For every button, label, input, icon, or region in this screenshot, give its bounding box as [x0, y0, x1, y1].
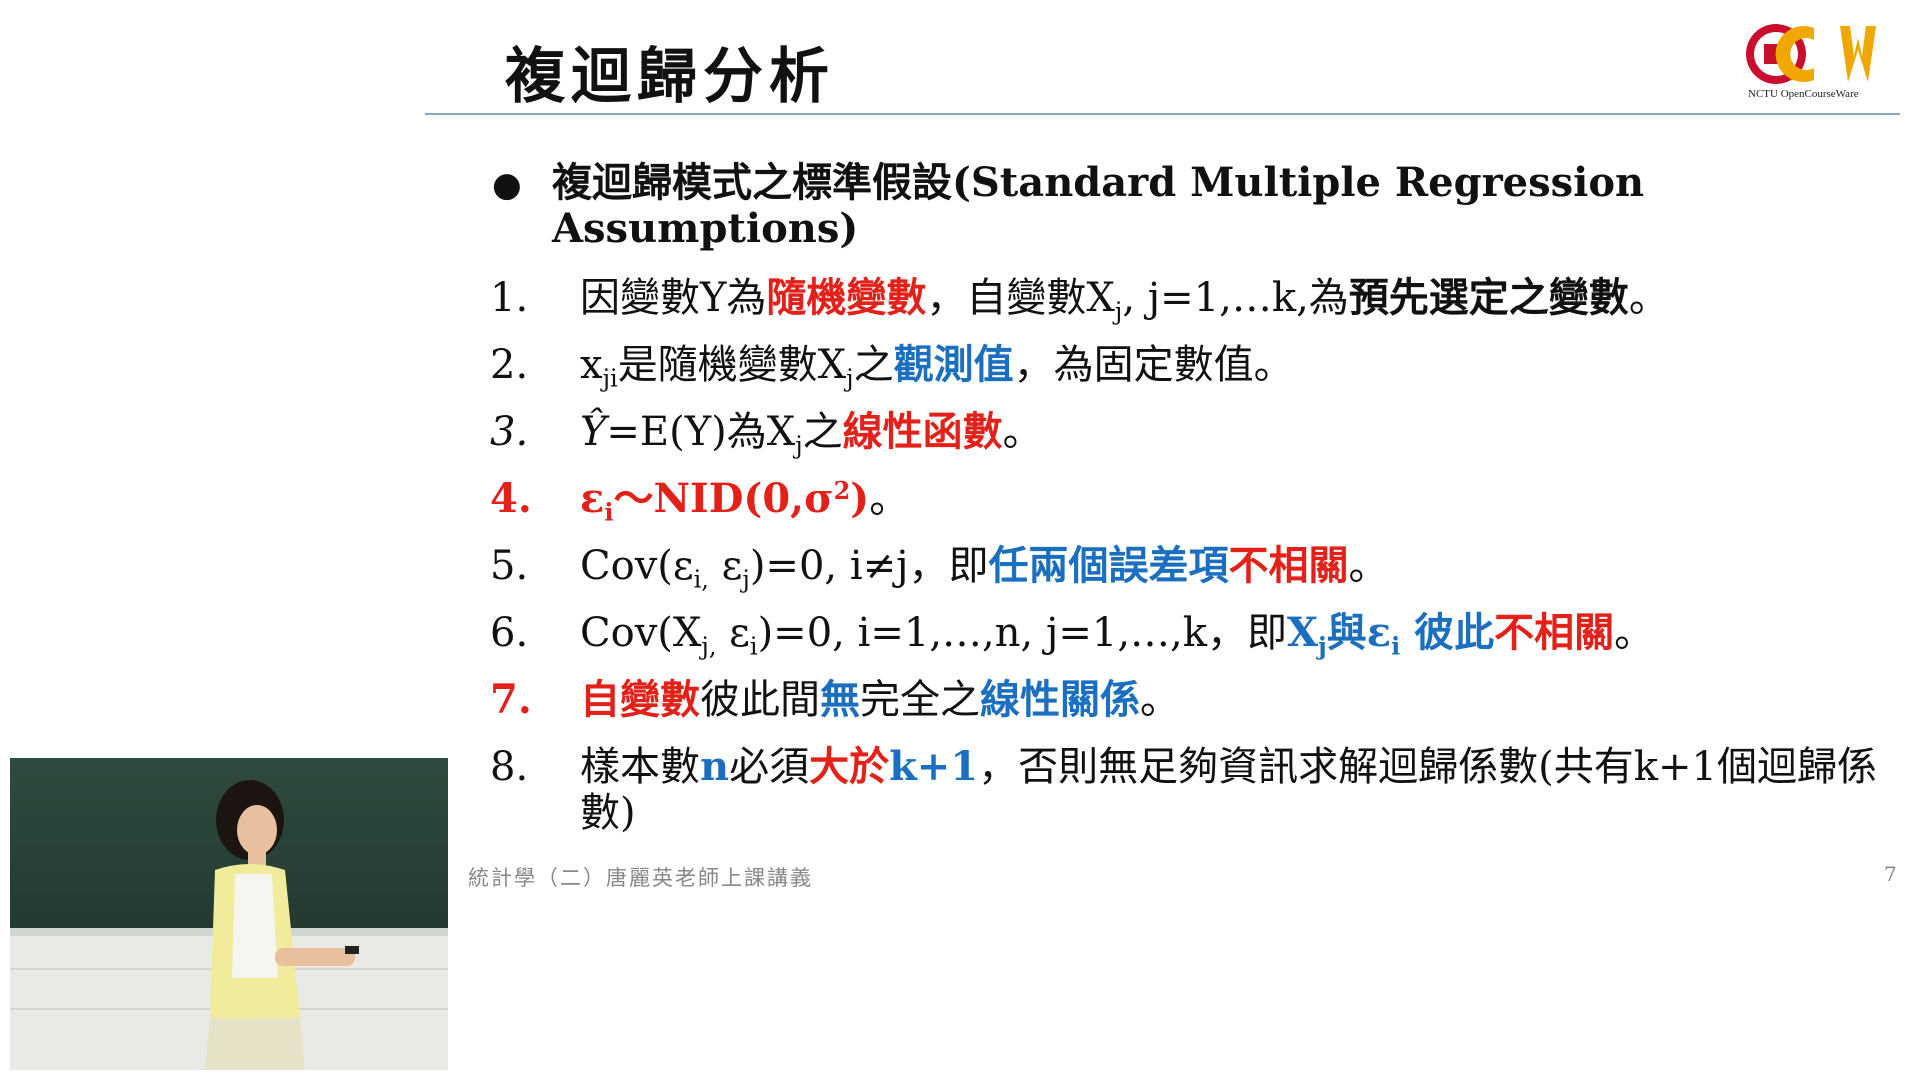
slide-footer: 統計學（二）唐麗英老師上課講義 [468, 866, 813, 890]
assumption-list: 1. 因變數Y為隨機變數，自變數Xj, j=1,…k,為預先選定之變數。 2. … [490, 275, 1910, 857]
nctu-ocw-logo: NCTU OpenCourseWare [1742, 20, 1897, 102]
assumption-item-7: 7. 自變數彼此間無完全之線性關係。 [490, 676, 1180, 724]
title-divider [425, 113, 1900, 115]
assumption-item-1: 1. 因變數Y為隨機變數，自變數Xj, j=1,…k,為預先選定之變數。 [490, 274, 1669, 326]
page-number: 7 [1884, 862, 1897, 886]
assumption-item-6: 6. Cov(Xj, εi)=0, i=1,…,n, j=1,…,k，即Xj與ε… [490, 609, 1655, 661]
assumption-item-3: 3. Ŷ=E(Y)為Xj之線性函數。 [490, 408, 1043, 460]
slide-title: 複迴歸分析 [505, 42, 835, 112]
assumption-item-8: 8. 樣本數n必須大於k+1，否則無足夠資訊求解迴歸係數(共有k+1個迴歸係數) [490, 743, 1877, 837]
assumption-item-4: 4. εi～NID(0,σ2)。 [490, 475, 910, 527]
lecturer-video [10, 758, 448, 1070]
svg-text:NCTU OpenCourseWare: NCTU OpenCourseWare [1748, 88, 1859, 100]
bullet-icon: ● [492, 165, 522, 205]
assumption-item-5: 5. Cov(εi, εj)=0, i≠j，即任兩個誤差項不相關。 [490, 542, 1389, 594]
assumption-item-2: 2. xji是隨機變數Xj之觀測值，為固定數值。 [490, 341, 1294, 393]
assumptions-heading-text: 複迴歸模式之標準假設(Standard Multiple Regression … [552, 159, 1645, 252]
assumptions-heading: ● 複迴歸模式之標準假設(Standard Multiple Regressio… [492, 160, 1822, 252]
